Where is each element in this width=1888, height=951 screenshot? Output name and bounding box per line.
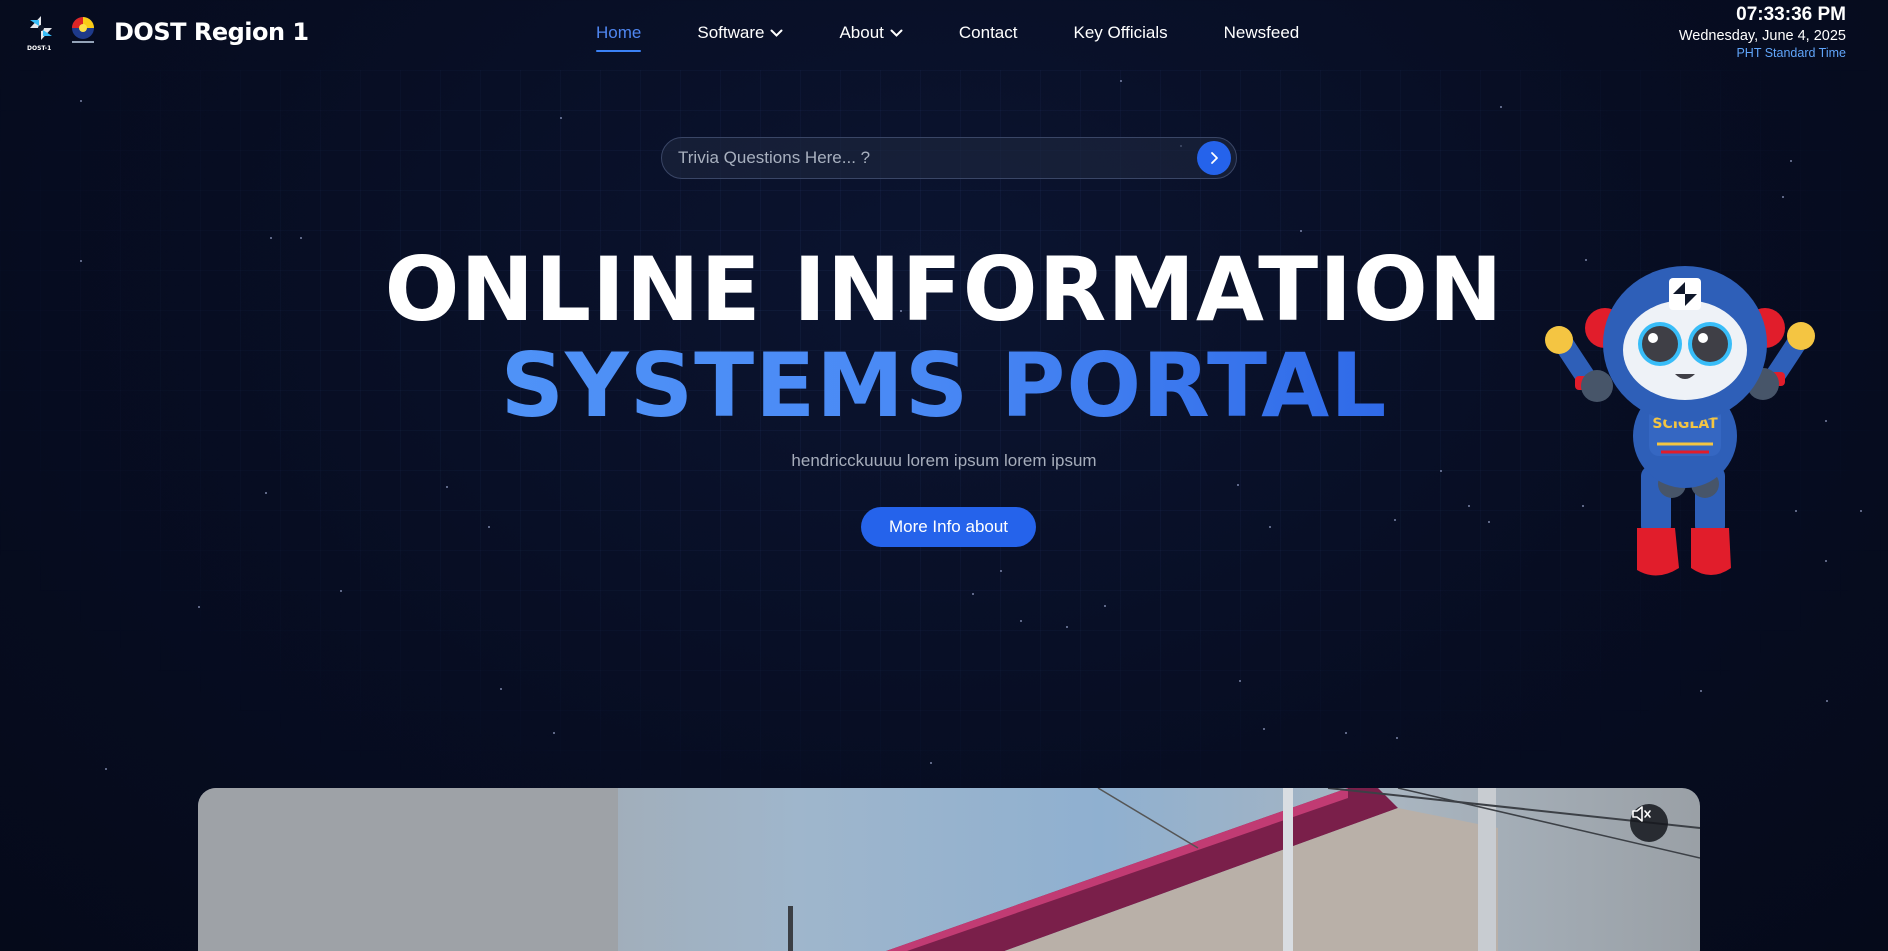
star	[1104, 605, 1106, 607]
dost-logo: DOST-1	[26, 14, 56, 52]
star	[1782, 196, 1784, 198]
trivia-search-bar	[661, 137, 1237, 179]
star	[1825, 560, 1827, 562]
star	[198, 606, 200, 608]
star	[488, 526, 490, 528]
star	[1468, 505, 1470, 507]
nav-item-label: Contact	[958, 23, 1018, 42]
brand-title: DOST Region 1	[114, 18, 309, 46]
bagong-pilipinas-logo	[66, 14, 100, 50]
star	[1826, 700, 1828, 702]
clock-date: Wednesday, June 4, 2025	[1678, 28, 1846, 44]
search-submit-button[interactable]	[1197, 141, 1231, 175]
star	[1066, 626, 1068, 628]
star	[270, 237, 272, 239]
star	[1790, 160, 1792, 162]
chevron-right-icon	[1211, 152, 1218, 164]
video-banner[interactable]	[198, 788, 1700, 951]
star	[1239, 680, 1241, 682]
nav-item-label: Newsfeed	[1223, 23, 1300, 42]
mascot-robot-image: SCIGLAT	[1545, 266, 1815, 576]
nav-item-label: Software	[697, 23, 765, 42]
mute-toggle-button[interactable]	[1630, 804, 1668, 842]
star	[972, 593, 974, 595]
star	[930, 762, 932, 764]
nav-item-home[interactable]: Home	[596, 20, 642, 52]
star	[1263, 728, 1265, 730]
video-frame-image	[198, 788, 1700, 951]
star	[105, 768, 107, 770]
star	[340, 590, 342, 592]
star	[1500, 106, 1502, 108]
chevron-down-icon	[770, 29, 783, 37]
star	[1300, 230, 1302, 232]
star	[1394, 519, 1396, 521]
star	[1237, 484, 1239, 486]
navbar: DOST-1 DOST Region 1 Home Software About…	[0, 0, 1888, 66]
star	[1269, 526, 1271, 528]
star	[1396, 737, 1398, 739]
hero-title-line2-text: SYSTEMS PORTAL	[500, 334, 1388, 437]
clock-widget: 07:33:36 PM Wednesday, June 4, 2025 PHT …	[1679, 4, 1846, 60]
main-nav: Home Software About Contact Key Official…	[596, 20, 1355, 52]
star	[80, 100, 82, 102]
volume-mute-icon	[1632, 806, 1651, 822]
nav-item-label: About	[839, 23, 884, 42]
star	[500, 688, 502, 690]
star	[1860, 510, 1862, 512]
star	[560, 117, 562, 119]
star	[1345, 732, 1347, 734]
chevron-down-icon	[890, 29, 903, 37]
star	[1700, 690, 1702, 692]
clock-timezone: PHT Standard Time	[1736, 46, 1846, 60]
nav-item-label: Home	[596, 23, 642, 42]
star	[1120, 80, 1122, 82]
nav-item-about[interactable]: About	[839, 20, 903, 46]
brand[interactable]: DOST-1 DOST Region 1	[26, 14, 309, 52]
star	[300, 237, 302, 239]
trivia-search-input[interactable]	[678, 138, 1178, 178]
nav-item-label: Key Officials	[1073, 23, 1168, 42]
star	[446, 486, 448, 488]
star	[1488, 521, 1490, 523]
star	[265, 492, 267, 494]
nav-item-key-officials[interactable]: Key Officials	[1073, 20, 1167, 46]
clock-time: 07:33:36 PM	[1736, 4, 1846, 25]
nav-item-software[interactable]: Software	[697, 20, 783, 46]
nav-item-newsfeed[interactable]: Newsfeed	[1224, 20, 1300, 46]
dost-logo-caption: DOST-1	[27, 45, 52, 52]
star	[1000, 570, 1002, 572]
star	[1020, 620, 1022, 622]
star	[553, 732, 555, 734]
more-info-button[interactable]: More Info about	[861, 507, 1036, 547]
nav-item-contact[interactable]: Contact	[959, 20, 1018, 46]
